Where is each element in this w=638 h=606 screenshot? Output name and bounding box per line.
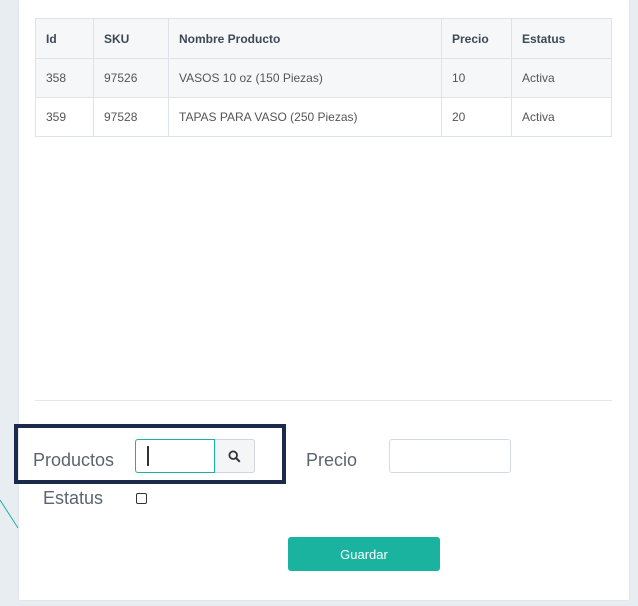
precio-label: Precio: [306, 450, 358, 470]
cell-nombre-producto: VASOS 10 oz (150 Piezas): [168, 58, 442, 98]
cell-nombre-producto: TAPAS PARA VASO (250 Piezas): [168, 97, 442, 137]
divider: [35, 400, 612, 401]
precio-input[interactable]: [389, 439, 511, 473]
productos-label: Productos: [33, 450, 115, 470]
column-header-nombre-producto: Nombre Producto: [168, 18, 442, 59]
estatus-checkbox[interactable]: [136, 493, 147, 504]
cell-estatus: Activa: [511, 58, 612, 98]
column-header-estatus: Estatus: [511, 18, 612, 59]
products-table: Id SKU Nombre Producto Precio Estatus 35…: [35, 18, 612, 137]
cell-id: 359: [35, 97, 94, 137]
cell-id: 358: [35, 58, 94, 98]
cell-sku: 97526: [93, 58, 169, 98]
cell-estatus: Activa: [511, 97, 612, 137]
save-button[interactable]: Guardar: [288, 537, 440, 571]
column-header-precio: Precio: [441, 18, 512, 59]
cell-precio: 10: [441, 58, 512, 98]
search-icon: [228, 449, 241, 463]
column-header-sku: SKU: [93, 18, 169, 59]
cell-precio: 20: [441, 97, 512, 137]
text-cursor: [147, 446, 149, 466]
estatus-label: Estatus: [43, 488, 104, 508]
main-panel: Id SKU Nombre Producto Precio Estatus 35…: [14, 0, 629, 600]
search-button[interactable]: [215, 439, 255, 473]
column-header-id: Id: [35, 18, 94, 59]
cell-sku: 97528: [93, 97, 169, 137]
table-row[interactable]: 359 97528 TAPAS PARA VASO (250 Piezas) 2…: [35, 97, 612, 137]
table-header-row: Id SKU Nombre Producto Precio Estatus: [35, 18, 612, 59]
table-row[interactable]: 358 97526 VASOS 10 oz (150 Piezas) 10 Ac…: [35, 58, 612, 98]
